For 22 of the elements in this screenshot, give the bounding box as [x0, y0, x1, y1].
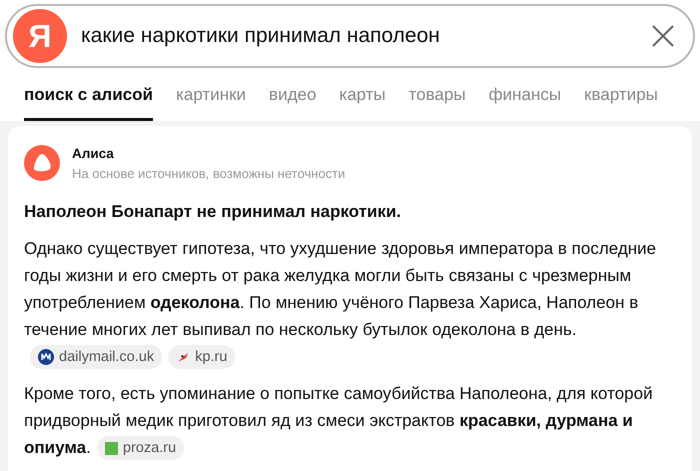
- tab[interactable]: товары: [408, 82, 466, 120]
- source-link[interactable]: dailymail.co.uk: [30, 345, 162, 370]
- search-field[interactable]: Я какие наркотики принимал наполеон: [5, 4, 695, 68]
- tab[interactable]: финансы: [488, 82, 562, 120]
- answer-headline: Наполеон Бонапарт не принимал наркотики.: [24, 201, 402, 224]
- tab[interactable]: квартиры: [584, 82, 658, 120]
- newspaper-logo-icon: [38, 349, 54, 366]
- tab[interactable]: картинки: [176, 82, 246, 120]
- square-icon: [104, 442, 118, 455]
- source-link[interactable]: kp.ru: [168, 345, 236, 370]
- tab[interactable]: карты: [339, 82, 386, 120]
- logo-icon: Я: [13, 9, 67, 63]
- author-name: Алиса: [72, 144, 115, 162]
- answer-paragraph: Кроме того, есть упоминание о попытке самоубийства Наполеона, для которой придворный медик приготовил яд из смеси экстрактов красавки, дурмана и опиума. proza.ru: [24, 380, 682, 461]
- source-link[interactable]: proza.ru: [96, 436, 184, 460]
- bird-icon: [176, 350, 190, 364]
- assistant-avatar-icon: [24, 145, 60, 182]
- search-query: какие наркотики принимал наполеон: [81, 23, 441, 50]
- answer-paragraph: Однако существует гипотеза, что ухудшение здоровья императора в последние годы жизни и его смерть от рака желудка могли быть связаны с чрезмерным употреблением одеколона. По мнению учёного Парвеза Хариса, Наполеон в течение многих лет выпивал по нескольку бутылок одеколона в день. dailymail.co.uk kp.ru: [24, 234, 682, 370]
- tab[interactable]: видео: [268, 82, 316, 120]
- close-icon[interactable]: [651, 24, 675, 48]
- disclaimer: На основе источников, возможны неточности: [72, 164, 346, 183]
